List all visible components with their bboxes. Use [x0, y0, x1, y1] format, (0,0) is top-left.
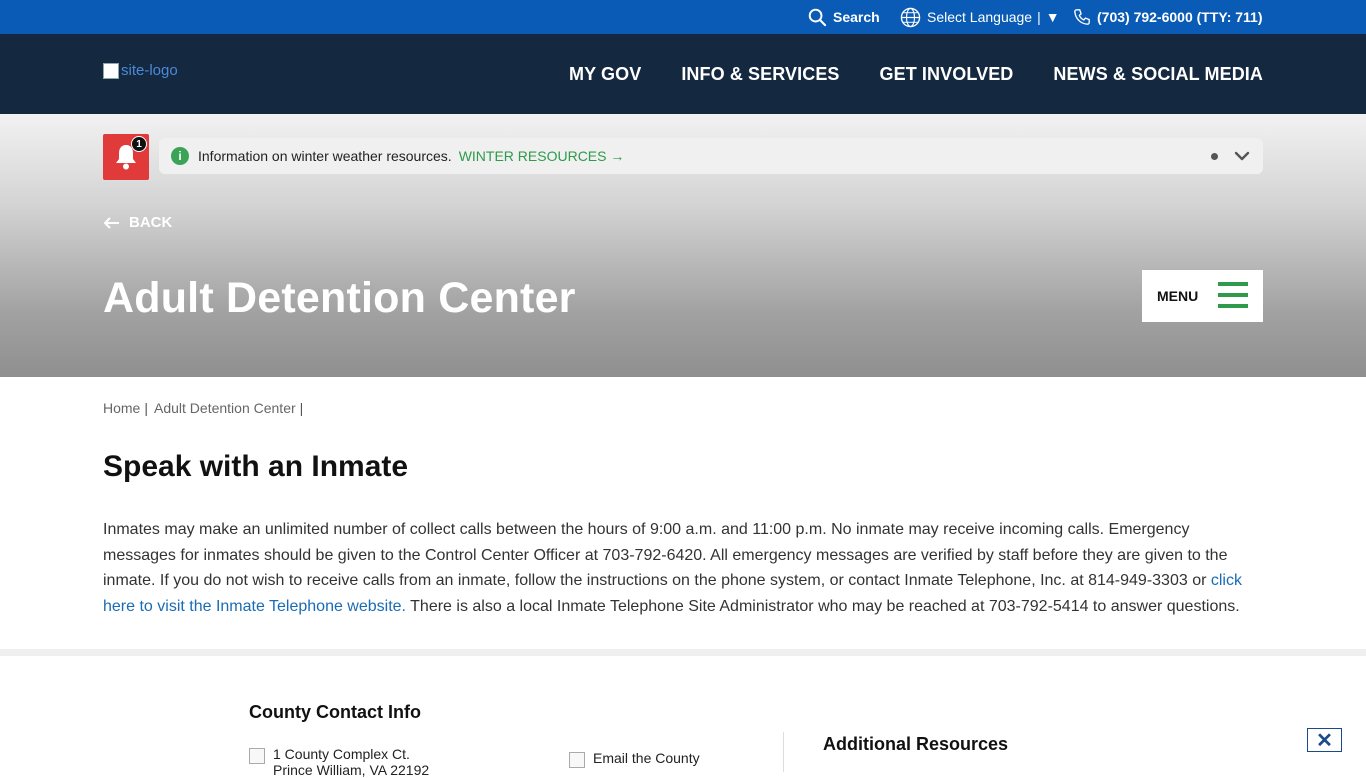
- body-paragraph: Inmates may make an unlimited number of …: [103, 517, 1263, 620]
- dropdown-arrow-icon: ▼: [1045, 9, 1060, 25]
- body-text-part-1: Inmates may make an unlimited number of …: [103, 521, 1228, 590]
- county-address: 1 County Complex Ct. Prince William, VA …: [249, 746, 429, 778]
- menu-button[interactable]: MENU: [1142, 270, 1263, 322]
- alerts-button[interactable]: 1: [103, 134, 149, 180]
- search-button[interactable]: Search: [808, 0, 880, 34]
- email-icon: [569, 752, 585, 768]
- close-icon: ✕: [1316, 729, 1333, 752]
- email-county-link[interactable]: Email the County: [569, 750, 700, 768]
- hero-banner: 1 i Information on winter weather resour…: [0, 114, 1366, 377]
- nav-item-my-gov[interactable]: MY GOV: [569, 64, 641, 85]
- alert-count-badge: 1: [131, 136, 147, 152]
- utility-bar: Search Select Language | ▼ (703) 792-600…: [0, 0, 1366, 34]
- additional-resources-title: Additional Resources: [823, 734, 1009, 754]
- phone-link[interactable]: (703) 792-6000 (TTY: 711): [1073, 0, 1263, 34]
- broken-image-icon: [103, 62, 119, 79]
- arrow-right-icon: →: [610, 148, 625, 164]
- breadcrumb-home[interactable]: Home: [103, 400, 140, 416]
- main-nav: site-logo MY GOV INFO & SERVICES GET INV…: [0, 34, 1366, 114]
- phone-icon: [1074, 9, 1090, 25]
- nav-links: MY GOV INFO & SERVICES GET INVOLVED NEWS…: [569, 34, 1263, 114]
- breadcrumb-adult-detention-center[interactable]: Adult Detention Center: [154, 400, 296, 416]
- phone-label: (703) 792-6000 (TTY: 711): [1097, 9, 1263, 25]
- alert-message: Information on winter weather resources.: [198, 148, 452, 164]
- search-icon: [808, 8, 827, 26]
- back-label: BACK: [129, 214, 173, 231]
- arrow-left-icon: [104, 216, 119, 229]
- menu-label: MENU: [1157, 288, 1199, 304]
- page-title: Adult Detention Center: [103, 274, 576, 322]
- section-title: Speak with an Inmate: [103, 450, 409, 483]
- location-icon: [249, 748, 265, 764]
- site-logo-alt: site-logo: [121, 62, 178, 79]
- language-label: Select Language: [927, 9, 1033, 25]
- alert-bar: i Information on winter weather resource…: [159, 138, 1263, 174]
- body-text-part-2: There is also a local Inmate Telephone S…: [406, 598, 1240, 616]
- email-label: Email the County: [593, 750, 700, 766]
- nav-item-info-services[interactable]: INFO & SERVICES: [681, 64, 839, 85]
- breadcrumb: Home | Adult Detention Center |: [103, 400, 309, 416]
- winter-resources-label: WINTER RESOURCES: [458, 148, 607, 164]
- info-icon: i: [171, 147, 189, 165]
- language-separator: |: [1037, 9, 1041, 25]
- site-logo[interactable]: site-logo: [103, 62, 178, 79]
- chevron-down-icon[interactable]: [1233, 148, 1251, 164]
- language-select[interactable]: Select Language | ▼: [900, 0, 1060, 34]
- address-line-2: Prince William, VA 22192: [273, 762, 430, 778]
- breadcrumb-separator: |: [299, 400, 304, 416]
- section-divider: [0, 649, 1366, 656]
- alert-pager-dot[interactable]: [1211, 153, 1218, 160]
- breadcrumb-separator: |: [144, 400, 148, 416]
- footer-divider: [783, 732, 784, 772]
- nav-item-get-involved[interactable]: GET INVOLVED: [880, 64, 1014, 85]
- county-contact-title: County Contact Info: [249, 702, 421, 722]
- back-link[interactable]: BACK: [103, 214, 172, 231]
- search-label: Search: [833, 9, 880, 25]
- address-line-1: 1 County Complex Ct.: [273, 746, 410, 762]
- winter-resources-link[interactable]: WINTER RESOURCES →: [459, 148, 625, 164]
- hamburger-icon: [1218, 282, 1248, 308]
- close-button[interactable]: ✕: [1307, 728, 1342, 752]
- globe-icon: [900, 7, 921, 27]
- nav-item-news-social[interactable]: NEWS & SOCIAL MEDIA: [1053, 64, 1263, 85]
